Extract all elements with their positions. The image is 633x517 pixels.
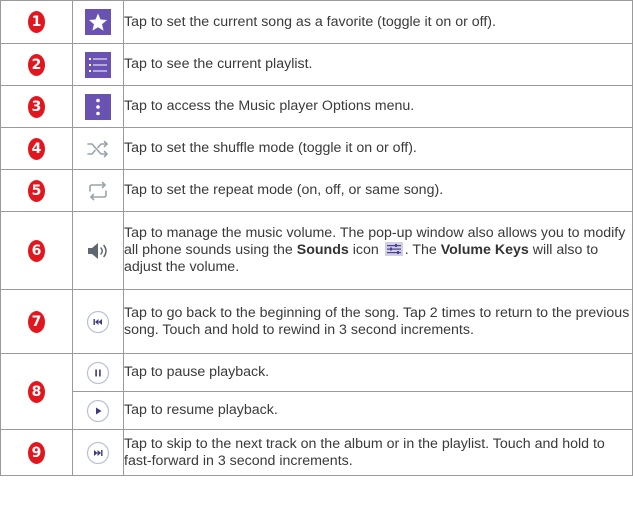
row-description: Tap to set the repeat mode (on, off, or … [123, 169, 633, 212]
volume-icon [88, 242, 107, 259]
sounds-equalizer-icon [384, 242, 403, 256]
row-description: Tap to access the Music player Options m… [123, 85, 633, 128]
number-badge: 6 [28, 239, 45, 262]
row-description: Tap to set the current song as a favorit… [123, 0, 633, 44]
row-description: Tap to go back to the beginning of the s… [123, 289, 633, 354]
rewind-icon [86, 310, 110, 333]
number-badge: 3 [28, 95, 45, 118]
number-badge: 7 [28, 310, 45, 333]
number-badge: 9 [28, 441, 45, 464]
star-icon [85, 9, 111, 35]
row-description: Tap to pause playback. [123, 353, 633, 392]
number-badge: 1 [28, 11, 45, 33]
row-description: Tap to see the current playlist. [123, 43, 633, 86]
table-row: 9 Tap to skip to the next track on the a… [0, 429, 633, 476]
table-row: 8 Tap to pause playback. [0, 353, 633, 430]
pause-icon [86, 361, 110, 384]
table-row: Tap to resume playback. [1, 391, 633, 430]
table-row: 4 Tap to set the shuffle mode (toggle it… [0, 127, 633, 170]
row-description: Tap to skip to the next track on the alb… [123, 429, 633, 476]
number-badge: 4 [28, 137, 45, 160]
row-description: Tap to manage the music volume. The pop-… [123, 211, 633, 290]
repeat-icon [89, 181, 107, 200]
row-description: Tap to resume playback. [123, 391, 633, 430]
player-controls-table: 1 Tap to set the current song as a favor… [0, 0, 633, 476]
table-row: 6 Tap to manage the music volume. The po… [0, 211, 633, 290]
fast-forward-icon [86, 441, 110, 464]
number-badge: 2 [28, 53, 45, 76]
number-badge: 8 [28, 380, 45, 403]
table-row: 5 Tap to set the repeat mode (on, off, o… [0, 169, 633, 212]
table-row: 7 Tap to go back to the beginning of the… [0, 289, 633, 354]
play-icon [86, 399, 110, 422]
options-menu-icon [85, 93, 111, 120]
table-row: 2 Tap to see the current playlist. [0, 43, 633, 86]
number-badge: 5 [28, 179, 45, 202]
row-description: Tap to set the shuffle mode (toggle it o… [123, 127, 633, 170]
table-row: 1 Tap to set the current song as a favor… [0, 0, 633, 44]
shuffle-icon [87, 140, 108, 157]
playlist-icon [85, 51, 111, 78]
table-row: 3 Tap to access the Music player Options… [0, 85, 633, 128]
